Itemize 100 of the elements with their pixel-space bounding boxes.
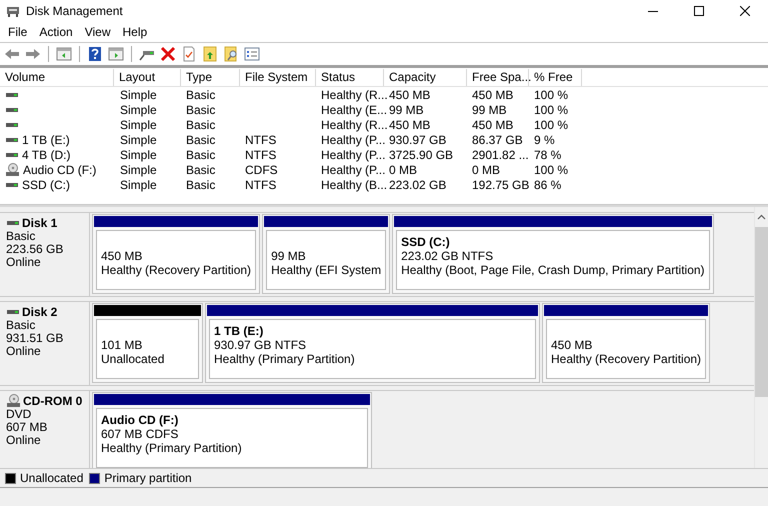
partition-info: Healthy (Recovery Partition) <box>551 352 702 366</box>
folder-up-icon[interactable] <box>202 46 218 62</box>
table-cell-text: 192.75 GB <box>471 178 529 192</box>
table-cell-text: Healthy (B... <box>320 178 384 192</box>
table-cell-text: 0 MB <box>471 162 502 176</box>
table-cell-text: Simple <box>119 88 158 102</box>
menu-item[interactable]: View <box>78 24 116 38</box>
disk-name: CD-ROM 0 <box>23 394 82 408</box>
column-header[interactable]: Free Spa... <box>467 68 529 86</box>
table-cell-text: Simple <box>119 148 158 162</box>
disk-info: Basic <box>6 230 36 243</box>
partition-info: 450 MB <box>551 338 594 352</box>
table-cell: SSD (C:) <box>22 178 70 192</box>
partition-block[interactable]: 101 MB Unallocated <box>92 303 203 383</box>
close-icon <box>740 6 750 16</box>
partition-block[interactable]: 450 MB Healthy (Recovery Partition) <box>92 214 260 294</box>
disk-name: Disk 1 <box>22 216 58 230</box>
table-cell-text: Simple <box>119 118 158 132</box>
partition-name: 1 TB (E:) <box>214 324 264 338</box>
partition-info: Healthy (EFI System <box>271 263 382 277</box>
partition-info: 101 MB <box>101 338 144 352</box>
column-header[interactable]: File System <box>240 68 316 86</box>
partition-block[interactable]: 450 MB Healthy (Recovery Partition) <box>542 303 710 383</box>
table-cell-text: NTFS <box>244 148 278 162</box>
forward-arrow-icon[interactable] <box>25 46 41 62</box>
partition-block[interactable]: 1 TB (E:) 930.97 GB NTFS Healthy (Primary Partition) <box>205 303 540 383</box>
table-cell-text: Simple <box>119 102 158 116</box>
table-cell-text: 0 MB <box>388 162 418 176</box>
table-cell: 4 TB (D:) <box>22 148 70 162</box>
table-cell-text: Simple <box>119 162 158 176</box>
scroll-up-icon[interactable] <box>757 213 766 221</box>
column-header[interactable]: Layout <box>114 68 181 86</box>
column-header[interactable]: % Free <box>529 68 582 86</box>
column-header[interactable]: Status <box>316 68 384 86</box>
partition-info: 99 MB <box>271 249 307 263</box>
legend-label: Primary partition <box>104 471 192 485</box>
partition-block[interactable]: SSD (C:) 223.02 GB NTFS Healthy (Boot, Page File, Crash Dump, Primary Partition) <box>392 214 714 294</box>
menu-item[interactable]: Help <box>116 24 154 38</box>
table-cell-text: 86.37 GB <box>471 132 524 146</box>
table-cell-text: 2901.82 ... <box>471 148 529 162</box>
delete-icon[interactable] <box>160 46 176 62</box>
partition-info: Unallocated <box>101 352 166 366</box>
table-cell: 1 TB (E:) <box>22 132 70 146</box>
table-cell: Audio CD (F:) <box>23 162 96 176</box>
disk-info: Online <box>6 256 42 269</box>
partition-info: 607 MB CDFS <box>101 427 180 441</box>
partition-block[interactable]: Audio CD (F:) 607 MB CDFS Healthy (Primary Partition) <box>92 392 372 468</box>
folder-search-icon[interactable] <box>223 46 239 62</box>
partition-info: 930.97 GB NTFS <box>214 338 308 352</box>
disk-info: Online <box>6 434 42 447</box>
partition-name: SSD (C:) <box>401 235 450 249</box>
window-title: Disk Management <box>26 4 123 18</box>
table-cell-text: 78 % <box>533 148 562 162</box>
menu-item[interactable]: Action <box>33 24 79 38</box>
table-cell-text: Basic <box>185 88 216 102</box>
table-cell-text: 3725.90 GB <box>388 148 454 162</box>
partition-info: Healthy (Recovery Partition) <box>101 263 252 277</box>
column-header[interactable]: Capacity <box>384 68 467 86</box>
table-cell-text: Healthy (P... <box>320 148 384 162</box>
maximize-icon <box>694 6 704 16</box>
partition-info: Healthy (Boot, Page File, Crash Dump, Primary Partition) <box>401 263 705 277</box>
table-cell-text: 100 % <box>533 88 570 102</box>
table-cell-text: 100 % <box>533 162 570 176</box>
cd-drive-icon <box>6 394 21 408</box>
window-pane-icon[interactable] <box>56 46 72 62</box>
partition-block[interactable]: 99 MB Healthy (EFI System <box>262 214 390 294</box>
table-cell-text: Basic <box>185 162 216 176</box>
checklist-document-icon[interactable] <box>181 46 197 62</box>
cd-drive-icon <box>5 162 20 176</box>
table-cell-text: 930.97 GB <box>388 132 448 146</box>
disk-info: 223.56 GB <box>6 243 64 256</box>
table-cell-text: 450 MB <box>471 88 514 102</box>
window-pane-icon[interactable] <box>108 46 124 62</box>
table-cell-text: Healthy (P... <box>320 162 384 176</box>
table-cell-text: NTFS <box>244 178 278 192</box>
scrollbar-thumb[interactable] <box>755 227 768 397</box>
table-cell-text: Basic <box>185 118 216 132</box>
disk-info: DVD <box>6 408 32 421</box>
disk-name: Disk 2 <box>22 306 58 318</box>
partition-info: Healthy (Primary Partition) <box>214 352 356 366</box>
app-icon <box>6 4 20 16</box>
table-cell-text: Simple <box>119 132 158 146</box>
column-header[interactable]: Type <box>181 68 240 86</box>
table-cell-text: Basic <box>185 102 216 116</box>
table-cell-text: NTFS <box>244 132 278 146</box>
list-icon[interactable] <box>244 46 260 62</box>
partition-info: 223.02 GB NTFS <box>401 249 494 263</box>
legend-label: Unallocated <box>20 471 84 485</box>
column-header[interactable]: Volume <box>0 68 114 86</box>
disk-info: Basic <box>6 319 36 332</box>
table-cell-text: 100 % <box>533 118 570 132</box>
help-icon[interactable] <box>87 46 103 62</box>
disk-info: Online <box>6 345 42 358</box>
table-cell-text: 9 % <box>533 132 556 146</box>
table-cell-text: 99 MB <box>471 102 508 116</box>
menu-item[interactable]: File <box>2 24 34 38</box>
vertical-scrollbar[interactable] <box>754 207 768 468</box>
table-cell-text: 450 MB <box>471 118 514 132</box>
back-arrow-icon[interactable] <box>4 46 20 62</box>
table-cell-text: 86 % <box>533 178 562 192</box>
